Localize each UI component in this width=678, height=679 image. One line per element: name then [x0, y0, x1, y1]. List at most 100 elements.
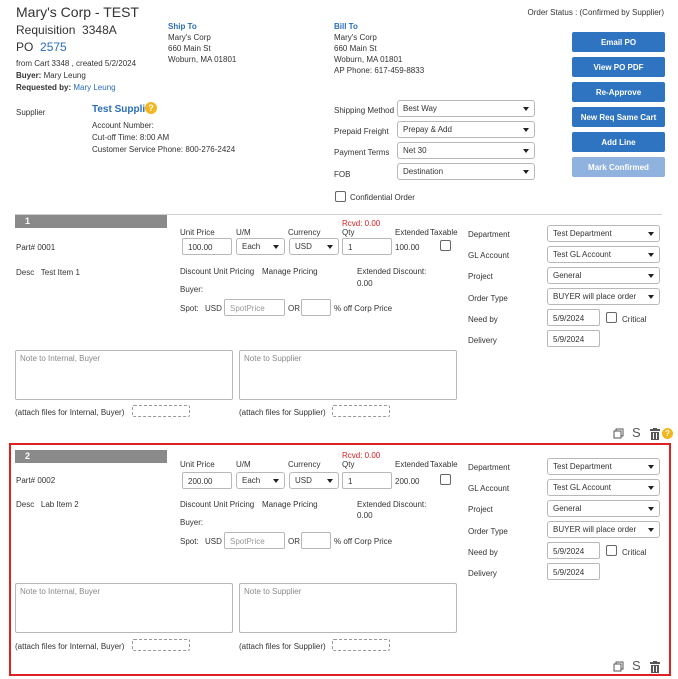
note-internal-textarea[interactable]: Note to Internal, Buyer	[15, 350, 233, 400]
note-supplier-textarea[interactable]: Note to Supplier	[239, 583, 457, 633]
extended-discount-label: Extended Discount:	[357, 500, 427, 509]
note-supplier-textarea[interactable]: Note to Supplier	[239, 350, 457, 400]
need-by-input[interactable]: 5/9/2024	[547, 309, 600, 326]
chevron-down-icon	[648, 295, 654, 299]
supplier-help-icon[interactable]: ?	[145, 102, 157, 114]
fob-select[interactable]: Destination	[397, 163, 535, 180]
copy-icon[interactable]	[613, 661, 624, 672]
delivery-input[interactable]: 5/9/2024	[547, 330, 600, 347]
chevron-down-icon	[273, 245, 279, 249]
currency-label: Currency	[288, 460, 321, 469]
prepaid-freight-label: Prepaid Freight	[334, 127, 389, 136]
manage-pricing-link[interactable]: Manage Pricing	[262, 500, 318, 509]
extended-discount-label: Extended Discount:	[357, 267, 427, 276]
ship-to-line2: 660 Main St	[168, 44, 211, 53]
attach-internal-dropzone[interactable]	[132, 405, 190, 417]
copy-icon[interactable]	[613, 428, 624, 439]
line-help-icon[interactable]: ?	[662, 428, 673, 439]
critical-checkbox[interactable]	[606, 312, 617, 323]
payment-terms-select[interactable]: Net 30	[397, 142, 535, 159]
unit-price-input[interactable]: 200.00	[182, 472, 232, 489]
chevron-down-icon	[523, 107, 529, 111]
requested-by-link[interactable]: Mary Leung	[73, 83, 115, 92]
or-label: OR	[288, 537, 300, 546]
email-po-button[interactable]: Email PO	[572, 32, 665, 52]
shipping-method-select[interactable]: Best Way	[397, 100, 535, 117]
re-approve-button[interactable]: Re-Approve	[572, 82, 665, 102]
discount-pricing-label: Discount Unit Pricing	[180, 500, 255, 509]
bill-to-phone: AP Phone: 617-459-8833	[334, 66, 425, 75]
confidential-order-label: Confidential Order	[350, 193, 415, 202]
need-by-input[interactable]: 5/9/2024	[547, 542, 600, 559]
add-line-button[interactable]: Add Line	[572, 132, 665, 152]
um-select[interactable]: Each	[236, 238, 285, 255]
view-po-pdf-button[interactable]: View PO PDF	[572, 57, 665, 77]
project-select[interactable]: General	[547, 500, 660, 517]
attach-supplier-dropzone[interactable]	[332, 405, 390, 417]
currency-select[interactable]: USD	[289, 472, 339, 489]
gl-account-select[interactable]: Test GL Account	[547, 246, 660, 263]
requested-by-line: Requested by: Mary Leung	[16, 83, 116, 92]
supplier-label: Supplier	[16, 108, 46, 117]
confidential-order-checkbox[interactable]	[335, 191, 346, 202]
department-value: Test Department	[553, 229, 612, 238]
um-select[interactable]: Each	[236, 472, 285, 489]
payment-terms-label: Payment Terms	[334, 148, 390, 157]
spot-currency: USD	[205, 537, 222, 546]
taxable-checkbox[interactable]	[440, 474, 451, 485]
attach-internal-link[interactable]: (attach files for Internal, Buyer)	[15, 642, 124, 651]
pct-off-input[interactable]	[301, 532, 331, 549]
payment-terms-value: Net 30	[403, 146, 427, 155]
shipping-method-value: Best Way	[403, 104, 437, 113]
order-type-select[interactable]: BUYER will place order	[547, 521, 660, 538]
prepaid-freight-select[interactable]: Prepay & Add	[397, 121, 535, 138]
critical-label: Critical	[622, 548, 647, 557]
taxable-checkbox[interactable]	[440, 240, 451, 251]
unit-price-label: Unit Price	[180, 228, 215, 237]
gl-account-select[interactable]: Test GL Account	[547, 479, 660, 496]
department-select[interactable]: Test Department	[547, 225, 660, 242]
attach-internal-dropzone[interactable]	[132, 639, 190, 651]
department-select[interactable]: Test Department	[547, 458, 660, 475]
pct-off-input[interactable]	[301, 299, 331, 316]
chevron-down-icon	[327, 479, 333, 483]
fob-label: FOB	[334, 170, 351, 179]
taxable-label: Taxable	[430, 460, 458, 469]
desc-value: Test Item 1	[40, 268, 80, 277]
order-type-select[interactable]: BUYER will place order	[547, 288, 660, 305]
delivery-input[interactable]: 5/9/2024	[547, 563, 600, 580]
delivery-label: Delivery	[468, 336, 497, 345]
unit-price-input[interactable]: 100.00	[182, 238, 232, 255]
supplier-details: Account Number: Cut-off Time: 8:00 AM Cu…	[92, 120, 235, 156]
qty-input[interactable]: 1	[342, 472, 392, 489]
po-number-link[interactable]: 2575	[40, 40, 67, 54]
spot-price-input[interactable]: SpotPrice	[224, 299, 285, 316]
split-s-icon[interactable]: S	[632, 658, 641, 673]
new-req-same-cart-button[interactable]: New Req Same Cart	[572, 107, 665, 127]
gl-account-value: Test GL Account	[553, 250, 611, 259]
attach-internal-link[interactable]: (attach files for Internal, Buyer)	[15, 408, 124, 417]
project-select[interactable]: General	[547, 267, 660, 284]
prepaid-freight-value: Prepay & Add	[403, 125, 452, 134]
manage-pricing-link[interactable]: Manage Pricing	[262, 267, 318, 276]
qty-input[interactable]: 1	[342, 238, 392, 255]
mark-confirmed-button[interactable]: Mark Confirmed	[572, 157, 665, 177]
note-internal-textarea[interactable]: Note to Internal, Buyer	[15, 583, 233, 633]
attach-supplier-dropzone[interactable]	[332, 639, 390, 651]
split-s-icon[interactable]: S	[632, 425, 641, 440]
spot-label: Spot:	[180, 304, 199, 313]
trash-icon[interactable]	[650, 428, 660, 440]
ship-to-heading: Ship To	[168, 22, 197, 31]
extended-label: Extended	[395, 460, 429, 469]
attach-supplier-link[interactable]: (attach files for Supplier)	[239, 408, 326, 417]
currency-select[interactable]: USD	[289, 238, 339, 255]
chevron-down-icon	[648, 274, 654, 278]
gl-account-value: Test GL Account	[553, 483, 611, 492]
trash-icon[interactable]	[650, 661, 660, 673]
attach-supplier-link[interactable]: (attach files for Supplier)	[239, 642, 326, 651]
um-value: Each	[242, 242, 261, 251]
critical-checkbox[interactable]	[606, 545, 617, 556]
spot-price-input[interactable]: SpotPrice	[224, 532, 285, 549]
delivery-label: Delivery	[468, 569, 497, 578]
ship-to-line1: Mary's Corp	[168, 33, 211, 42]
